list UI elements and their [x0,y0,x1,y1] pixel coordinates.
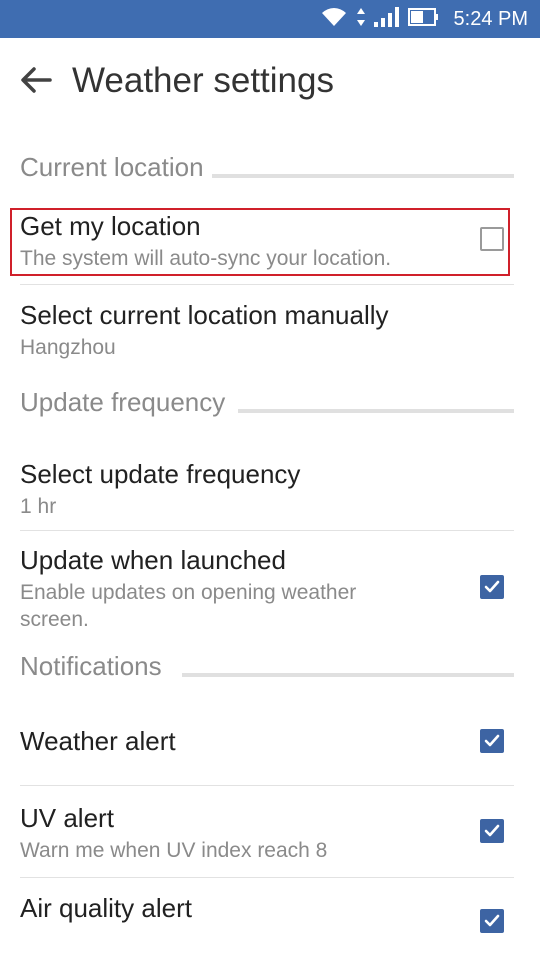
section-divider [182,673,514,677]
section-header-notifications: Notifications [0,647,540,699]
pref-summary: Hangzhou [20,336,116,359]
section-divider [238,409,514,413]
section-title: Update frequency [20,387,234,418]
status-time: 5:24 PM [453,7,528,30]
section-title: Notifications [20,651,170,682]
back-button[interactable] [14,60,58,104]
status-icons: 5:24 PM [320,0,528,38]
status-bar: 5:24 PM [0,0,540,38]
check-icon [484,914,500,927]
pref-title: Update when launched [20,545,286,575]
pref-select-update-frequency[interactable]: Select update frequency 1 hr [20,443,514,531]
section-title: Current location [20,152,212,183]
section-header-update-frequency: Update frequency [0,381,540,443]
pref-update-when-launched[interactable]: Update when launched Enable updates on o… [20,531,514,647]
wifi-icon [320,6,348,33]
battery-icon [407,6,440,33]
pref-air-quality-alert[interactable]: Air quality alert [20,878,514,938]
pref-summary: Enable updates on opening weather screen… [20,581,357,631]
uv-alert-checkbox[interactable] [480,819,504,843]
pref-select-location-manually[interactable]: Select current location manually Hangzho… [20,285,514,381]
pref-summary: 1 hr [20,495,57,518]
data-arrows-icon [356,6,366,33]
pref-uv-alert[interactable]: UV alert Warn me when UV index reach 8 [20,786,514,878]
pref-get-my-location[interactable]: Get my location The system will auto-syn… [20,208,514,285]
check-icon [484,580,500,593]
settings-list: Current location Get my location The sys… [0,126,540,938]
weather-alert-checkbox[interactable] [480,729,504,753]
toolbar: Weather settings [0,38,540,126]
air-quality-alert-checkbox[interactable] [480,909,504,933]
arrow-back-icon [20,66,52,99]
pref-title: Air quality alert [20,893,192,923]
update-when-launched-checkbox[interactable] [480,575,504,599]
pref-summary: The system will auto-sync your location. [20,247,392,270]
pref-title: Weather alert [20,726,176,756]
check-icon [484,824,500,837]
pref-title: Get my location [20,211,201,241]
signal-icon [373,6,400,33]
pref-title: Select current location manually [20,300,389,330]
get-my-location-checkbox[interactable] [480,227,504,251]
page-title: Weather settings [72,61,334,100]
pref-title: Select update frequency [20,459,301,489]
pref-summary: Warn me when UV index reach 8 [20,839,328,862]
check-icon [484,734,500,747]
section-header-current-location: Current location [0,126,540,208]
pref-title: UV alert [20,803,114,833]
pref-weather-alert[interactable]: Weather alert [20,699,514,786]
